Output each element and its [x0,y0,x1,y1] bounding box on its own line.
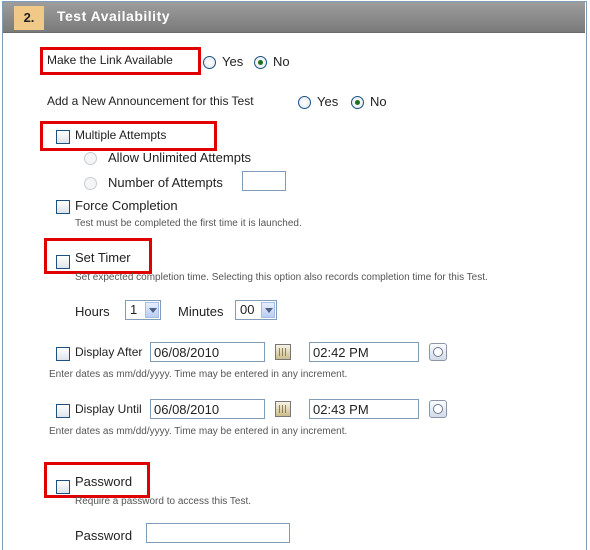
set-timer-label[interactable]: Set Timer [75,250,131,265]
link-available-no-radio[interactable] [254,56,267,69]
link-available-yes-radio[interactable] [203,56,216,69]
display-after-date-input[interactable]: 06/08/2010 [150,342,265,362]
password-label[interactable]: Password [75,474,132,489]
number-of-attempts-radio[interactable] [84,177,97,190]
display-until-date-input[interactable]: 06/08/2010 [150,399,265,419]
display-until-checkbox[interactable] [56,404,70,418]
calendar-icon[interactable] [275,401,291,417]
display-until-label[interactable]: Display Until [75,402,142,416]
step-number: 2. [14,6,44,30]
force-completion-checkbox[interactable] [56,200,70,214]
unlimited-attempts-radio[interactable] [84,152,97,165]
force-completion-label[interactable]: Force Completion [75,198,178,213]
section-title: Test Availability [57,8,171,24]
announcement-no-radio[interactable] [351,96,364,109]
clock-icon[interactable] [429,343,447,361]
password-checkbox[interactable] [56,480,70,494]
set-timer-checkbox[interactable] [56,255,70,269]
unlimited-attempts-label[interactable]: Allow Unlimited Attempts [108,150,251,165]
minutes-dropdown-arrow-icon[interactable] [261,302,275,318]
display-after-checkbox[interactable] [56,347,70,361]
minutes-select[interactable]: 00 [235,300,277,320]
password-input[interactable] [146,523,290,543]
hours-select[interactable]: 1 [125,300,161,320]
section-header: 2. Test Availability [3,2,585,33]
set-timer-help: Set expected completion time. Selecting … [75,272,488,283]
display-after-label[interactable]: Display After [75,345,142,359]
display-until-help: Enter dates as mm/dd/yyyy. Time may be e… [49,426,348,437]
announcement-label: Add a New Announcement for this Test [47,94,254,108]
multiple-attempts-checkbox[interactable] [56,130,70,144]
announcement-yes-radio[interactable] [298,96,311,109]
display-until-time-input[interactable]: 02:43 PM [309,399,419,419]
display-after-time-input[interactable]: 02:42 PM [309,342,419,362]
minutes-label: Minutes [178,304,224,319]
link-available-no-label[interactable]: No [273,54,290,69]
hours-label: Hours [75,304,110,319]
display-after-help: Enter dates as mm/dd/yyyy. Time may be e… [49,369,348,380]
force-completion-help: Test must be completed the first time it… [75,218,302,229]
clock-icon[interactable] [429,400,447,418]
number-of-attempts-label[interactable]: Number of Attempts [108,175,223,190]
password-field-label: Password [75,528,133,543]
number-of-attempts-input[interactable] [242,171,286,191]
password-help: Require a password to access this Test. [75,496,252,507]
link-available-label: Make the Link Available [47,53,173,67]
calendar-icon[interactable] [275,344,291,360]
multiple-attempts-label[interactable]: Multiple Attempts [75,128,166,142]
announcement-no-label[interactable]: No [370,94,387,109]
minutes-value: 00 [240,302,255,317]
hours-dropdown-arrow-icon[interactable] [145,302,159,318]
announcement-yes-label[interactable]: Yes [317,94,338,109]
link-available-yes-label[interactable]: Yes [222,54,243,69]
hours-value: 1 [130,302,138,317]
